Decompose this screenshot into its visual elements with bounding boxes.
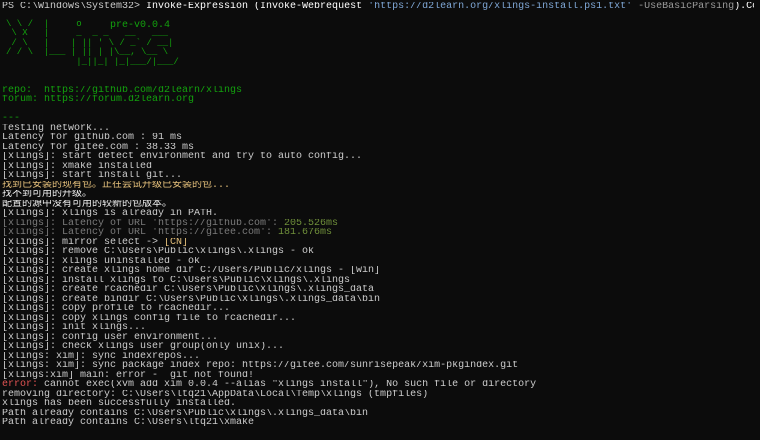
forum-line: forum: https://forum.d2learn.org xyxy=(2,95,195,105)
log-line: 找到已安装的现有包。正在尝试升级已安装的包... xyxy=(2,180,231,190)
log-line: 配置的源中没有可用的较新的包版本。 xyxy=(2,199,172,209)
log-line: Path already contains C:\Users\Public\xl… xyxy=(2,408,369,418)
log-line: [xlings]: create bindir C:\Users\Public\… xyxy=(2,294,381,304)
log-line: [xlings: xim]: sync package index repo: … xyxy=(2,361,519,371)
log-line: [xlings]: Latency of URL 'https://gitee.… xyxy=(2,228,333,238)
log-line: removing directory: C:\Users\ltq21\AppDa… xyxy=(2,389,429,399)
log-line: [xlings]: Latency of URL 'https://github… xyxy=(2,218,339,229)
log-line: [xlings: xim]: sync indexrepos... xyxy=(2,351,201,361)
prompt-path: PS C:\Windows\System32> xyxy=(2,2,147,12)
prompt-line: PS C:\Windows\System32> Invoke-Expressio… xyxy=(2,2,760,12)
log-line: [xlings]: copy profile to rcachedir... xyxy=(2,304,231,314)
log-line: error: cannot exec(xvm add xim 0.0.4 --a… xyxy=(2,380,537,390)
log-line: Latency for gitee.com : 38.33 ms xyxy=(2,142,195,152)
log-line: [xlings]: check xlings user group(only u… xyxy=(2,342,285,352)
log-line: [xlings]: xmake installed xyxy=(2,161,153,171)
log-line: [xlings]: xlings uninstalled - ok xyxy=(2,256,201,266)
prompt-command: Invoke-Expression (Invoke-Webrequest xyxy=(146,2,369,12)
repo-line: repo: https://github.com/d2learn/xlings xyxy=(2,85,243,95)
log-line: Path already contains C:\Users\ltq21\xma… xyxy=(2,418,255,428)
scrollbar[interactable] xyxy=(754,0,760,440)
log-line: Testing network... xyxy=(2,123,111,133)
log-line: [xlings]: create xlings home dir C:/User… xyxy=(2,266,381,276)
prompt-flag: -UseBasicParsing xyxy=(632,2,735,12)
log-line: xlings has been successfully installed. xyxy=(2,399,237,409)
log-line: [xlings]: mirror select -> [CN] xyxy=(2,237,189,248)
log-line: [xlings]: xlings is already in PATH. xyxy=(2,209,219,219)
separator-line: --- xyxy=(2,114,21,124)
log-line: [xlings]: init xlings... xyxy=(2,323,147,333)
xlings-logo: \ \ / | o \ X | _ _ _ __ ___ / \ | | || … xyxy=(2,14,760,86)
log-line: [xlings]: create rcachedir C:\Users\Publ… xyxy=(2,285,375,295)
log-line: Latency for github.com : 91 ms xyxy=(2,133,183,143)
output-log: Testing network... Latency for github.com… xyxy=(2,124,760,428)
prompt-url: 'https://d2learn.org/xlings-install.ps1.… xyxy=(368,2,633,12)
log-line: [xlings]: start install git... xyxy=(2,171,183,181)
log-line: 找不到可用的升级。 xyxy=(2,190,92,200)
logo-version: pre-v0.0.4 xyxy=(110,19,171,31)
log-line: [xlings]: install xlings to C:\Users\Pub… xyxy=(2,275,351,285)
log-line: [xlings]: copy xlings config file to rca… xyxy=(2,313,297,323)
log-line: [xlings]: config user environment... xyxy=(2,332,219,342)
log-line: [xlings]: remove C:\Users\Public\xlings\… xyxy=(2,247,315,257)
log-line: [xlings]: start detect environment and t… xyxy=(2,152,363,162)
terminal-window[interactable]: PS C:\Windows\System32> Invoke-Expressio… xyxy=(0,0,760,440)
log-line: [xlings:xim] main: error - git not found… xyxy=(2,370,255,380)
